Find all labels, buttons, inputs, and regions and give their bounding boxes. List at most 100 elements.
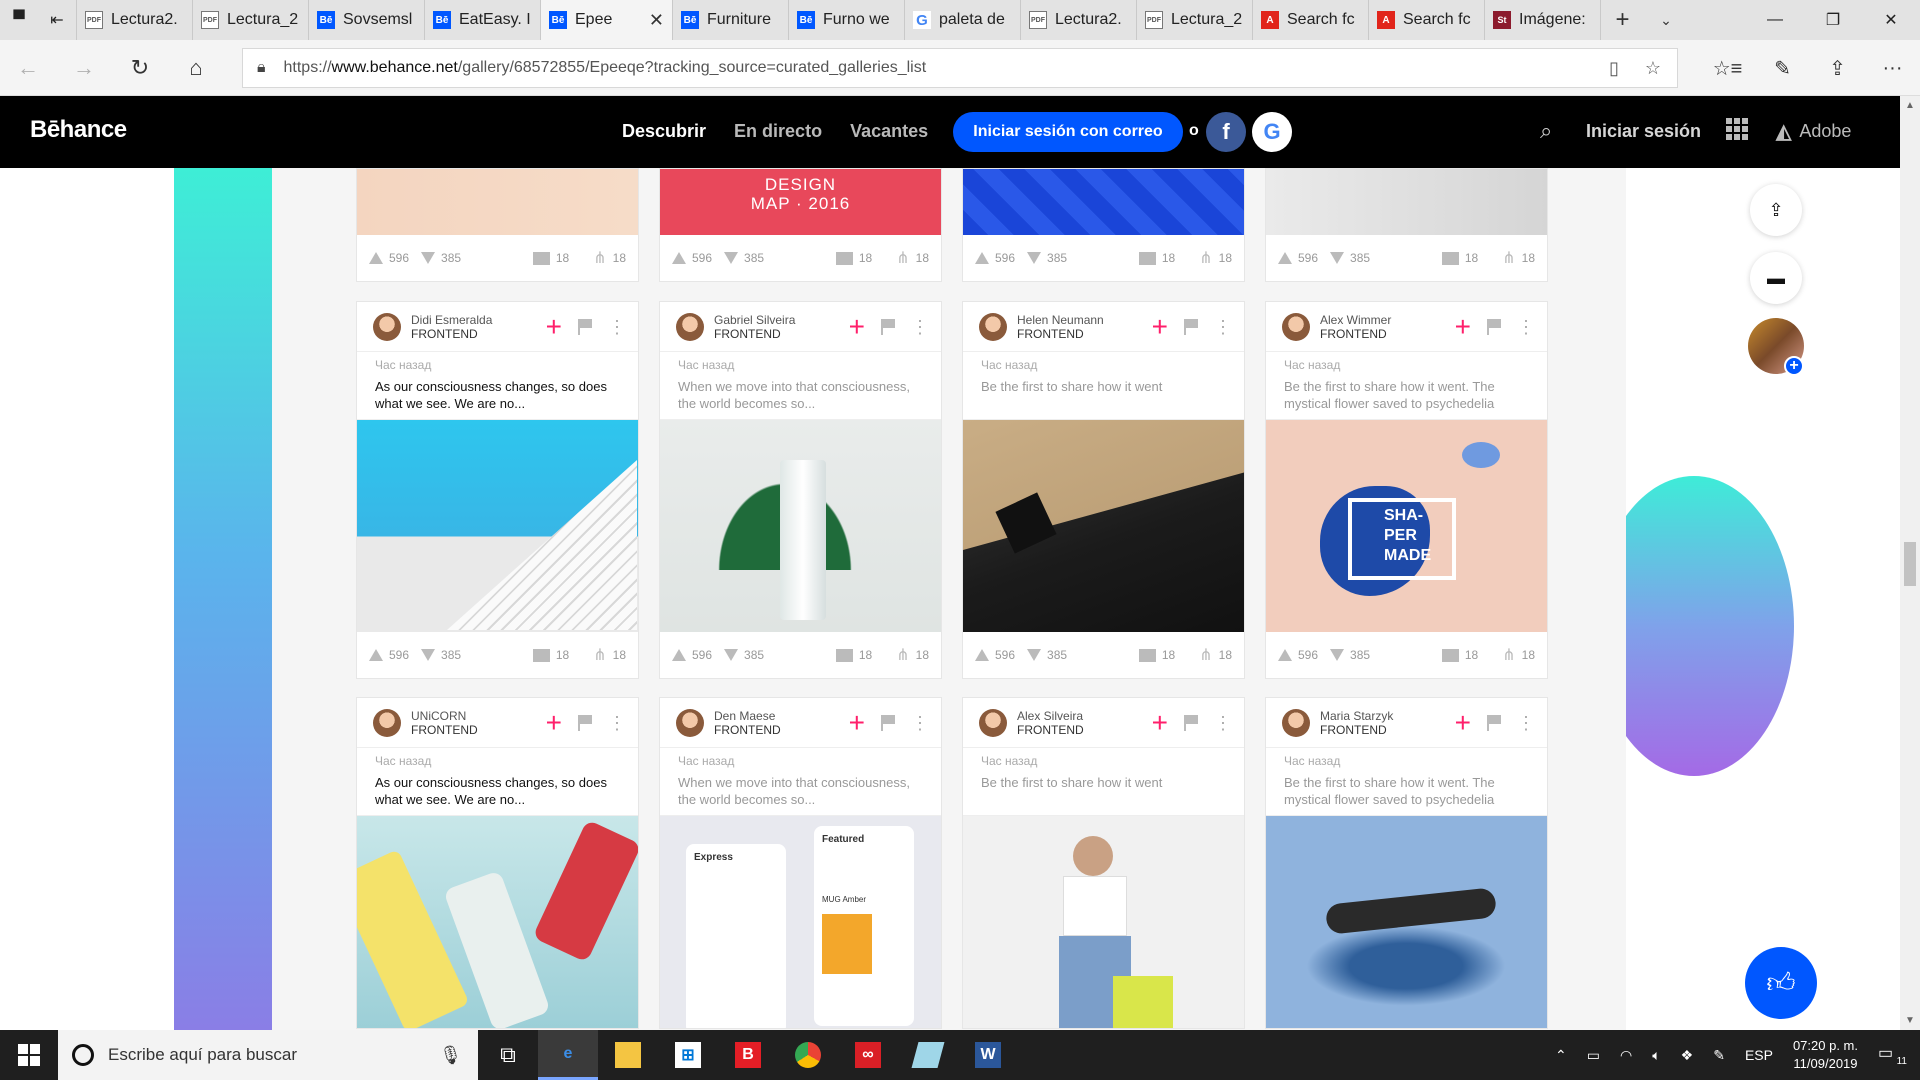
- edge-taskbar-icon[interactable]: e: [538, 1030, 598, 1080]
- appreciations-stat[interactable]: 596: [1278, 648, 1318, 662]
- flag-icon[interactable]: [1485, 318, 1503, 336]
- appreciations-stat[interactable]: 596: [672, 251, 712, 265]
- more-options-icon[interactable]: ⋮: [1214, 318, 1232, 336]
- nav-vacantes[interactable]: Vacantes: [850, 121, 928, 142]
- comments-stat[interactable]: 18: [1138, 251, 1175, 265]
- scroll-up-arrow-icon[interactable]: ▲: [1905, 100, 1915, 111]
- browser-tab[interactable]: Bē Furno we: [788, 0, 904, 40]
- avatar[interactable]: [373, 708, 401, 737]
- scroll-down-arrow-icon[interactable]: ▼: [1905, 1015, 1915, 1026]
- flag-icon[interactable]: [1485, 714, 1503, 732]
- more-options-icon[interactable]: ⋮: [608, 318, 626, 336]
- browser-tab[interactable]: Bē EatEasy. I: [424, 0, 540, 40]
- browser-tab[interactable]: A Search fc: [1368, 0, 1484, 40]
- url-field[interactable]: 🔒︎ https://www.behance.net/gallery/68572…: [242, 48, 1678, 88]
- flag-icon[interactable]: [1182, 318, 1200, 336]
- show-hidden-icons-chevron-icon[interactable]: ⌃: [1555, 1047, 1567, 1064]
- action-center-button[interactable]: ▭ 11: [1878, 1043, 1910, 1067]
- author-name[interactable]: Alex Wimmer: [1320, 313, 1391, 327]
- avatar[interactable]: [676, 312, 704, 341]
- shares-stat[interactable]: ⋔ 18: [593, 248, 626, 268]
- more-options-icon[interactable]: ⋮: [911, 714, 929, 732]
- more-options-icon[interactable]: ⋮: [911, 318, 929, 336]
- shares-stat[interactable]: ⋔ 18: [1199, 248, 1232, 268]
- back-button[interactable]: ←: [0, 40, 56, 96]
- apps-grid-icon[interactable]: [1726, 118, 1748, 140]
- share-icon[interactable]: ⇪: [1810, 40, 1865, 96]
- browser-tab[interactable]: Bē Furniture: [672, 0, 788, 40]
- project-thumbnail[interactable]: [1266, 169, 1547, 235]
- start-button[interactable]: [0, 1030, 58, 1080]
- project-card[interactable]: Gabriel Silveira FRONTEND + ⋮ Час назад When …: [659, 301, 942, 679]
- battery-icon[interactable]: ▭: [1587, 1047, 1600, 1064]
- clock[interactable]: 07:20 p. m. 11/09/2019: [1793, 1037, 1858, 1073]
- appreciations-stat[interactable]: 596: [369, 648, 409, 662]
- author-name[interactable]: Gabriel Silveira: [714, 313, 795, 327]
- favorites-icon[interactable]: ☆≡: [1700, 40, 1755, 96]
- taskbar-search-box[interactable]: Escribe aquí para buscar 🎙︎: [58, 1030, 478, 1080]
- chrome-taskbar-icon[interactable]: [778, 1030, 838, 1080]
- page-scrollbar[interactable]: ▲ ▼: [1900, 96, 1920, 1030]
- file-explorer-taskbar-icon[interactable]: [598, 1030, 658, 1080]
- author-name[interactable]: UNiCORN: [411, 709, 478, 723]
- behance-logo[interactable]: Bēhance: [30, 116, 127, 144]
- project-thumbnail[interactable]: Express Featured MUG Amber: [660, 816, 941, 1028]
- google-login-button[interactable]: G: [1252, 112, 1292, 152]
- project-thumbnail[interactable]: SHA- PER MADE: [1266, 420, 1547, 632]
- author-name[interactable]: Maria Starzyk: [1320, 709, 1393, 723]
- app-taskbar-icon[interactable]: [898, 1030, 958, 1080]
- refresh-button[interactable]: ↻: [112, 40, 168, 96]
- b-app-taskbar-icon[interactable]: B: [718, 1030, 778, 1080]
- project-card[interactable]: Den Maese FRONTEND + ⋮ Час назад When we move…: [659, 697, 942, 1029]
- flag-icon[interactable]: [879, 318, 897, 336]
- tab-list-chevron-icon[interactable]: ⌄: [1644, 0, 1688, 40]
- appreciations-stat[interactable]: 596: [975, 648, 1015, 662]
- tabs-aside-icon[interactable]: ⇤: [38, 0, 76, 40]
- dropbox-icon[interactable]: ❖: [1681, 1047, 1694, 1064]
- scrollbar-thumb[interactable]: [1904, 542, 1916, 586]
- project-card[interactable]: Alex Silveira FRONTEND + ⋮ Час назад Be the f…: [962, 697, 1245, 1029]
- signin-link[interactable]: Iniciar sesión: [1586, 121, 1701, 142]
- author-name[interactable]: Alex Silveira: [1017, 709, 1084, 723]
- appreciations-stat[interactable]: 596: [369, 251, 409, 265]
- project-thumbnail[interactable]: [963, 816, 1244, 1028]
- follow-plus-icon[interactable]: +: [546, 708, 562, 736]
- project-thumbnail[interactable]: [963, 420, 1244, 632]
- wifi-icon[interactable]: ◠: [1620, 1047, 1632, 1064]
- settings-more-icon[interactable]: ···: [1865, 40, 1920, 96]
- shares-stat[interactable]: ⋔ 18: [896, 645, 929, 665]
- shares-stat[interactable]: ⋔ 18: [593, 645, 626, 665]
- appreciations-stat[interactable]: 596: [1278, 251, 1318, 265]
- word-taskbar-icon[interactable]: W: [958, 1030, 1018, 1080]
- store-taskbar-icon[interactable]: ⊞: [658, 1030, 718, 1080]
- more-options-icon[interactable]: ⋮: [1517, 318, 1535, 336]
- reading-view-icon[interactable]: ▯: [1609, 58, 1619, 79]
- close-tab-icon[interactable]: ✕: [649, 10, 664, 31]
- project-card[interactable]: Didi Esmeralda FRONTEND + ⋮ Час назад As our …: [356, 301, 639, 679]
- author-name[interactable]: Den Maese: [714, 709, 781, 723]
- browser-tab[interactable]: PDF Lectura_2: [192, 0, 308, 40]
- browser-tab[interactable]: PDF Lectura2.: [76, 0, 192, 40]
- project-thumbnail[interactable]: [357, 420, 638, 632]
- creative-cloud-taskbar-icon[interactable]: ∞: [838, 1030, 898, 1080]
- appreciations-stat[interactable]: 596: [672, 648, 712, 662]
- new-tab-button[interactable]: +: [1600, 0, 1644, 40]
- shares-stat[interactable]: ⋔ 18: [1502, 645, 1535, 665]
- avatar[interactable]: [1282, 312, 1310, 341]
- minimize-button[interactable]: —: [1746, 0, 1804, 40]
- comments-stat[interactable]: 18: [1441, 648, 1478, 662]
- shares-stat[interactable]: ⋔ 18: [1502, 248, 1535, 268]
- follow-plus-icon[interactable]: +: [546, 312, 562, 340]
- avatar[interactable]: [979, 708, 1007, 737]
- flag-icon[interactable]: [576, 714, 594, 732]
- more-options-icon[interactable]: ⋮: [1214, 714, 1232, 732]
- comments-stat[interactable]: 18: [532, 251, 569, 265]
- avatar[interactable]: [1282, 708, 1310, 737]
- forward-button[interactable]: →: [56, 40, 112, 96]
- project-thumbnail[interactable]: [660, 420, 941, 632]
- project-thumbnail[interactable]: [357, 169, 638, 235]
- comments-stat[interactable]: 18: [532, 648, 569, 662]
- adobe-link[interactable]: ◭ Adobe: [1776, 119, 1851, 144]
- browser-tab[interactable]: PDF Lectura_2: [1136, 0, 1252, 40]
- home-button[interactable]: ⌂: [168, 40, 224, 96]
